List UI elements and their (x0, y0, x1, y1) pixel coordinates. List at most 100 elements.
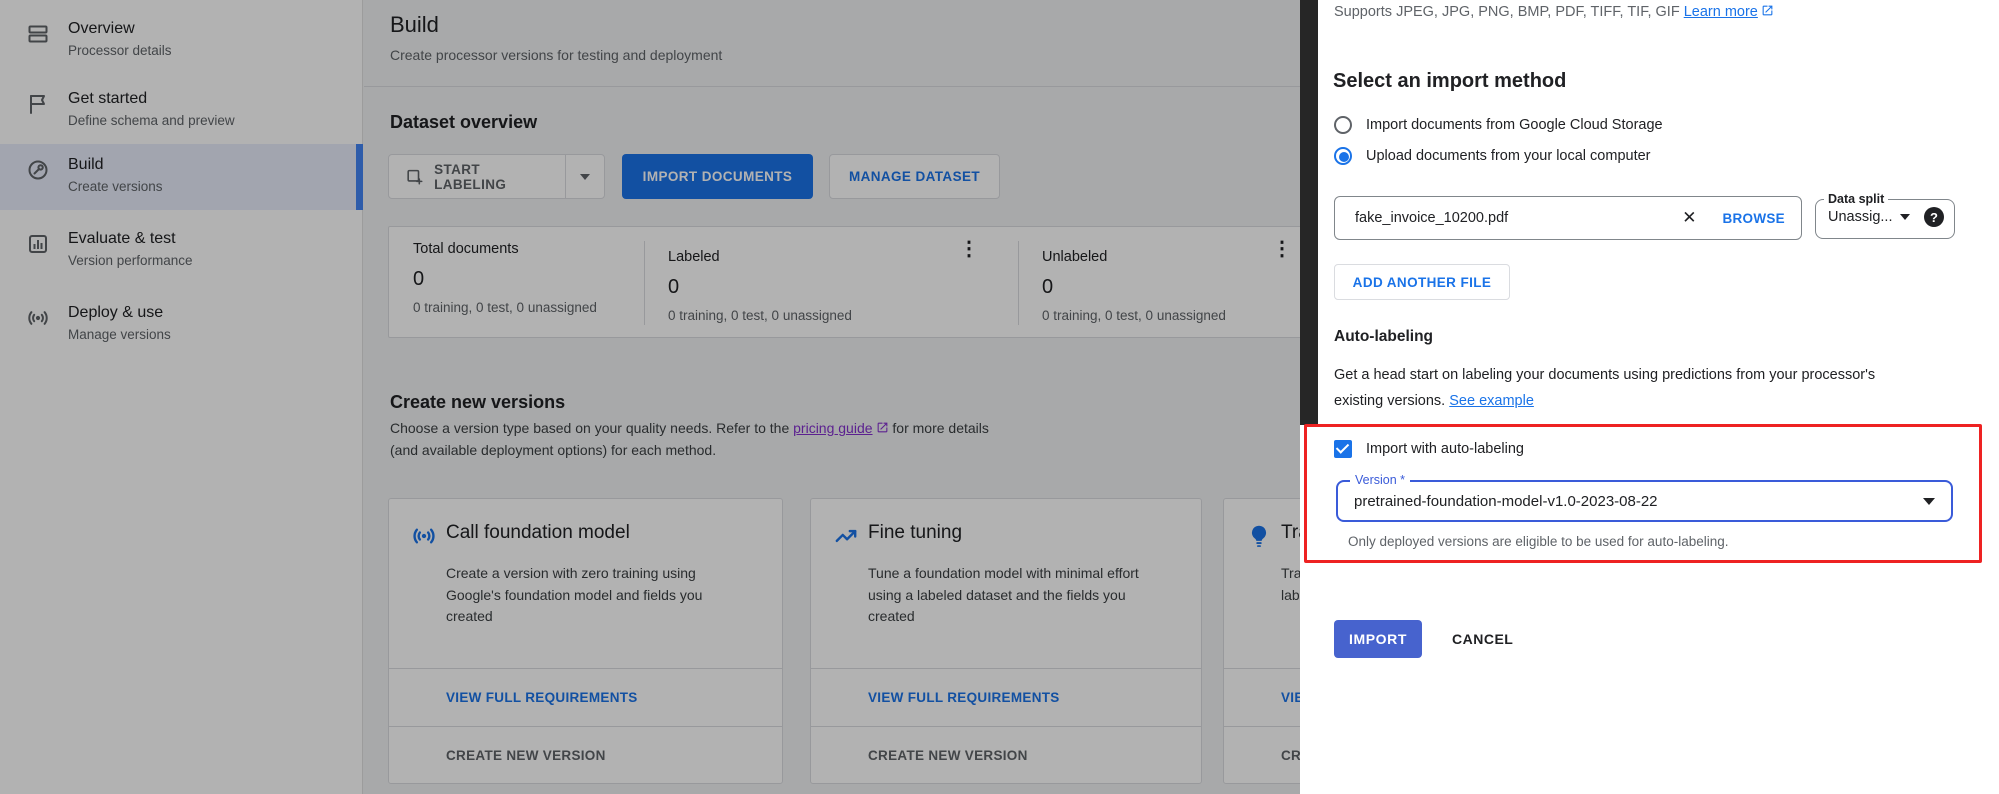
version-select[interactable]: Version * pretrained-foundation-model-v1… (1336, 480, 1953, 522)
card-title: Fine tuning (868, 522, 962, 544)
learn-more-link[interactable]: Learn more (1684, 4, 1758, 20)
page-scrollbar-strip[interactable] (1300, 0, 1318, 425)
data-split-select[interactable]: Data split Unassig... ? (1815, 192, 1955, 239)
processor-sidebar: Overview Processor details Get started D… (0, 0, 363, 794)
add-another-file-button[interactable]: ADD ANOTHER FILE (1334, 264, 1510, 300)
start-labeling-menu-button[interactable] (566, 155, 604, 198)
supported-formats-text: Supports JPEG, JPG, PNG, BMP, PDF, TIFF,… (1334, 4, 1774, 21)
intro-text: Choose a version type based on your qual… (390, 420, 793, 436)
import-method-heading: Select an import method (1333, 70, 1566, 93)
view-full-requirements-button[interactable]: VIEW FULL REQUIREMENTS (389, 668, 782, 726)
external-link-icon (1761, 4, 1774, 21)
stat-detail: 0 training, 0 test, 0 unassigned (1042, 308, 1226, 323)
stat-divider (1018, 241, 1019, 325)
import-button[interactable]: IMPORT (1334, 620, 1422, 658)
page-title: Build (390, 12, 439, 38)
dropdown-caret-icon[interactable] (1923, 498, 1935, 505)
versions-intro-line2: (and available deployment options) for e… (390, 442, 716, 458)
remove-file-icon[interactable]: ✕ (1682, 208, 1696, 228)
sidebar-item-overview[interactable]: Overview Processor details (0, 8, 363, 74)
sidebar-item-get-started[interactable]: Get started Define schema and preview (0, 78, 363, 144)
data-split-help-icon[interactable]: ? (1924, 207, 1944, 227)
sidebar-item-evaluate-test[interactable]: Evaluate & test Version performance (0, 218, 363, 284)
radio-import-gcs[interactable]: Import documents from Google Cloud Stora… (1334, 116, 1663, 134)
start-labeling-split-button: START LABELING (388, 154, 605, 199)
sidebar-item-sublabel: Create versions (68, 179, 163, 194)
import-with-auto-labeling-checkbox-row[interactable]: Import with auto-labeling (1334, 440, 1524, 458)
sidebar-item-label: Get started (68, 90, 235, 108)
sidebar-item-sublabel: Version performance (68, 253, 193, 268)
import-documents-label: IMPORT DOCUMENTS (643, 169, 793, 184)
view-full-requirements-button[interactable]: VIEW FULL REQUIREMENTS (1224, 668, 1300, 726)
dataset-stats-card: Total documents 0 0 training, 0 test, 0 … (388, 226, 1300, 338)
version-field-label: Version * (1350, 473, 1410, 487)
build-page: Build Create processor versions for test… (364, 0, 1300, 794)
bar-chart-icon (26, 232, 50, 256)
import-documents-button[interactable]: IMPORT DOCUMENTS (622, 154, 813, 199)
checkbox-checked-icon[interactable] (1334, 440, 1352, 458)
intro-text: for more details (889, 420, 989, 436)
build-wrench-icon (26, 158, 50, 182)
create-new-version-button[interactable]: CREATE NEW VERSION (811, 726, 1201, 784)
start-labeling-label: START LABELING (434, 162, 551, 192)
card-call-foundation-model: Call foundation model Create a version w… (388, 498, 783, 784)
auto-labeling-description: Get a head start on labeling your docume… (1334, 362, 1984, 414)
checkbox-label: Import with auto-labeling (1366, 441, 1524, 457)
pricing-guide-link[interactable]: pricing guide (793, 420, 872, 436)
card-title: Training (1281, 522, 1300, 544)
create-new-version-button[interactable]: CREATE NEW VERSION (389, 726, 782, 784)
create-new-versions-heading: Create new versions (390, 392, 565, 413)
sidebar-item-label: Build (68, 156, 163, 174)
stat-detail: 0 training, 0 test, 0 unassigned (668, 308, 852, 323)
browse-button[interactable]: BROWSE (1722, 211, 1785, 226)
stat-label: Labeled (668, 249, 852, 265)
start-labeling-button[interactable]: START LABELING (389, 155, 566, 198)
labeled-menu-icon[interactable]: ⋮ (959, 239, 979, 259)
background-app: Overview Processor details Get started D… (0, 0, 1300, 794)
chevron-down-icon (580, 174, 590, 180)
sidebar-item-sublabel: Define schema and preview (68, 113, 235, 128)
stat-detail: 0 training, 0 test, 0 unassigned (413, 300, 597, 315)
stat-total-documents: Total documents 0 0 training, 0 test, 0 … (413, 227, 597, 339)
header-divider (364, 86, 1300, 87)
cancel-button[interactable]: CANCEL (1452, 620, 1513, 658)
card-description: Create a version with zero training usin… (446, 563, 702, 628)
auto-labeling-heading: Auto-labeling (1334, 328, 1433, 346)
sidebar-item-sublabel: Processor details (68, 43, 172, 58)
sidebar-item-sublabel: Manage versions (68, 327, 171, 342)
sidebar-item-deploy-use[interactable]: Deploy & use Manage versions (0, 292, 363, 358)
card-description: Train a version using your labeled datas… (1281, 563, 1300, 606)
unlabeled-menu-icon[interactable]: ⋮ (1272, 239, 1292, 259)
file-name: fake_invoice_10200.pdf (1355, 210, 1682, 226)
manage-dataset-label: MANAGE DATASET (849, 169, 980, 184)
radio-upload-local[interactable]: Upload documents from your local compute… (1334, 147, 1651, 165)
flag-icon (26, 92, 50, 116)
dropdown-caret-icon[interactable] (1900, 214, 1910, 220)
create-new-version-button[interactable]: CREATE NEW VERSION (1224, 726, 1300, 784)
stat-value: 0 (413, 268, 597, 291)
version-value: pretrained-foundation-model-v1.0-2023-08… (1354, 493, 1923, 510)
data-split-value: Unassig... (1828, 209, 1892, 225)
stat-label: Unlabeled (1042, 249, 1226, 265)
view-full-requirements-button[interactable]: VIEW FULL REQUIREMENTS (811, 668, 1201, 726)
external-link-icon (876, 421, 889, 437)
card-title: Call foundation model (446, 522, 630, 544)
card-training: Training Train a version using your labe… (1223, 498, 1300, 784)
stat-unlabeled: Unlabeled 0 0 training, 0 test, 0 unassi… (1042, 227, 1226, 339)
sidebar-item-label: Deploy & use (68, 304, 171, 322)
dataset-overview-heading: Dataset overview (390, 112, 537, 133)
manage-dataset-button[interactable]: MANAGE DATASET (829, 154, 1000, 199)
file-input[interactable]: fake_invoice_10200.pdf ✕ BROWSE (1334, 196, 1802, 240)
stat-labeled: Labeled 0 0 training, 0 test, 0 unassign… (668, 227, 852, 339)
versions-intro-line1: Choose a version type based on your qual… (390, 420, 989, 437)
stat-value: 0 (668, 276, 852, 299)
stat-value: 0 (1042, 276, 1226, 299)
stat-divider (644, 241, 645, 325)
stat-label: Total documents (413, 241, 597, 257)
sidebar-item-label: Overview (68, 20, 172, 38)
page-subtitle: Create processor versions for testing an… (390, 47, 722, 63)
sidebar-item-label: Evaluate & test (68, 230, 193, 248)
see-example-link[interactable]: See example (1449, 393, 1534, 409)
sidebar-item-build[interactable]: Build Create versions (0, 144, 363, 210)
broadcast-icon (26, 306, 50, 330)
